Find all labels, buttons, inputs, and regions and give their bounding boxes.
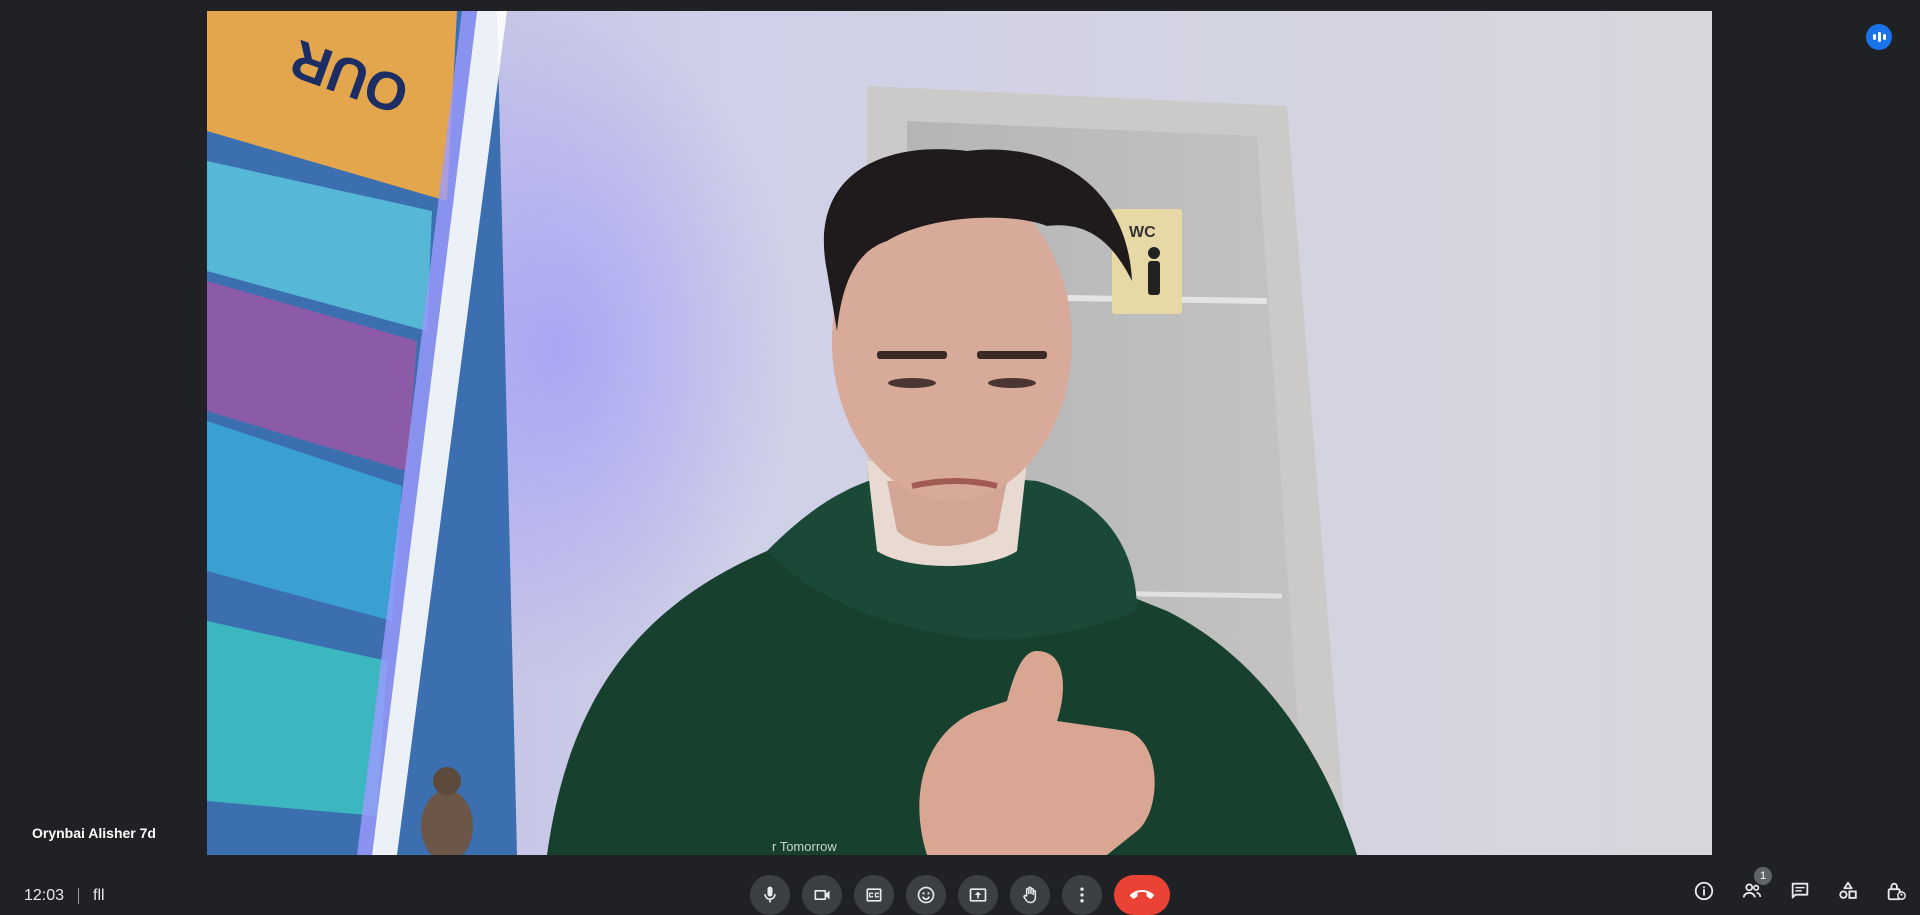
present-button[interactable] [958, 875, 998, 915]
videocam-icon [814, 890, 830, 900]
captions-button[interactable] [854, 875, 894, 915]
meeting-info-divider [78, 888, 80, 904]
lock-person-icon [1887, 882, 1906, 901]
raise-hand-button[interactable] [1010, 875, 1050, 915]
side-controls: 1 [1692, 867, 1908, 903]
host-controls-button[interactable] [1884, 879, 1908, 903]
camera-feed: WC OUR r Tomorrow [207, 11, 1712, 855]
meeting-info: 12:03 fll [24, 887, 105, 905]
hand-icon [1023, 886, 1037, 904]
mic-button[interactable] [750, 875, 790, 915]
meeting-details-button[interactable] [1692, 879, 1716, 903]
camera-button[interactable] [802, 875, 842, 915]
emoji-icon [917, 886, 935, 904]
call-end-icon [1130, 890, 1154, 899]
chat-icon [1791, 882, 1809, 899]
microphone-icon [764, 886, 776, 903]
more-options-button[interactable] [1062, 875, 1102, 915]
wc-sign-text: WC [1129, 224, 1156, 241]
hoodie-print: r Tomorrow [772, 839, 837, 854]
meeting-code[interactable]: fll [93, 887, 105, 905]
reactions-button[interactable] [906, 875, 946, 915]
people-count-badge: 1 [1754, 867, 1772, 885]
chat-button[interactable] [1788, 879, 1812, 903]
bottom-control-bar: 12:03 fll 1 [0, 865, 1920, 915]
participant-video-tile[interactable]: WC OUR r Tomorrow [207, 11, 1712, 855]
closed-captions-icon [866, 888, 882, 902]
meeting-time: 12:03 [24, 887, 65, 904]
info-icon [1694, 881, 1714, 901]
more-vert-icon [1080, 887, 1084, 903]
leave-call-button[interactable] [1114, 875, 1170, 915]
call-controls [750, 875, 1170, 915]
participant-name: Orynbai Alisher 7d [32, 825, 156, 841]
shapes-icon [1839, 881, 1857, 899]
speaking-indicator-icon [1866, 24, 1892, 50]
activities-button[interactable] [1836, 879, 1860, 903]
present-screen-icon [969, 888, 987, 902]
people-button[interactable]: 1 [1740, 867, 1772, 903]
